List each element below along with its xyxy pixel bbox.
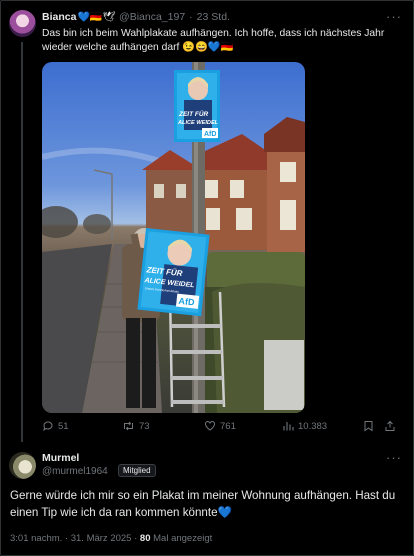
tweet-actions: 51 73 761 10.383	[42, 420, 402, 436]
like-icon	[204, 420, 216, 432]
tweet-text: Das bin ich beim Wahlplakate aufhängen. …	[42, 28, 385, 53]
member-badge: Mitglied	[118, 464, 156, 477]
like-count: 761	[220, 420, 236, 432]
reply-icon	[42, 420, 54, 432]
reply-text: Gerne würde ich mir so ein Plakat im mei…	[10, 489, 396, 519]
repost-icon	[122, 420, 135, 432]
poster-logo: AfD	[204, 131, 216, 138]
avatar[interactable]	[9, 452, 36, 479]
views-number: 80	[139, 533, 151, 544]
more-options-icon[interactable]: ···	[386, 450, 402, 465]
views-label: Mal angezeigt	[153, 533, 213, 544]
reply-count: 51	[58, 420, 69, 432]
tweet-photo[interactable]: ZEIT FÜR ALICE WEIDEL AfD ZEIT FÜR ALICE…	[42, 62, 305, 413]
bookmark-icon	[363, 420, 374, 432]
author-emojis: 💙🇩🇪🕊	[77, 11, 116, 23]
author-name[interactable]: Murmel	[42, 452, 79, 464]
like-button[interactable]: 761	[204, 420, 236, 432]
views-icon	[282, 420, 294, 432]
tweet-meta: 3:01 nachm. · 31. März 2025 · 80 Mal ang…	[10, 533, 212, 544]
tweet-time[interactable]: 23 Std.	[197, 11, 230, 23]
share-icon	[384, 420, 396, 432]
poster2-logo: AfD	[178, 296, 195, 308]
poster-headline-line2: ALICE WEIDEL	[177, 120, 219, 126]
repost-count: 73	[139, 420, 150, 432]
author-handle[interactable]: @Bianca_197	[119, 11, 185, 23]
tweet-header: Bianca 💙🇩🇪🕊 @Bianca_197 · 23 Std.	[42, 11, 404, 23]
repost-button[interactable]: 73	[122, 420, 150, 432]
thread-connector	[21, 42, 23, 442]
author-name[interactable]: Bianca	[42, 11, 76, 23]
timestamp[interactable]: 3:01 nachm. · 31. März 2025 ·	[10, 533, 137, 544]
poster-headline-line1: ZEIT FÜR	[178, 109, 209, 118]
share-button[interactable]	[384, 420, 400, 432]
avatar[interactable]	[9, 10, 36, 37]
author-handle[interactable]: @murmel1964	[42, 466, 108, 477]
views-button[interactable]: 10.383	[282, 420, 327, 432]
bookmark-button[interactable]	[363, 420, 378, 432]
reply-button[interactable]: 51	[42, 420, 69, 432]
separator-dot: ·	[189, 11, 193, 23]
more-options-icon[interactable]: ···	[386, 9, 402, 24]
views-count: 10.383	[298, 420, 328, 432]
